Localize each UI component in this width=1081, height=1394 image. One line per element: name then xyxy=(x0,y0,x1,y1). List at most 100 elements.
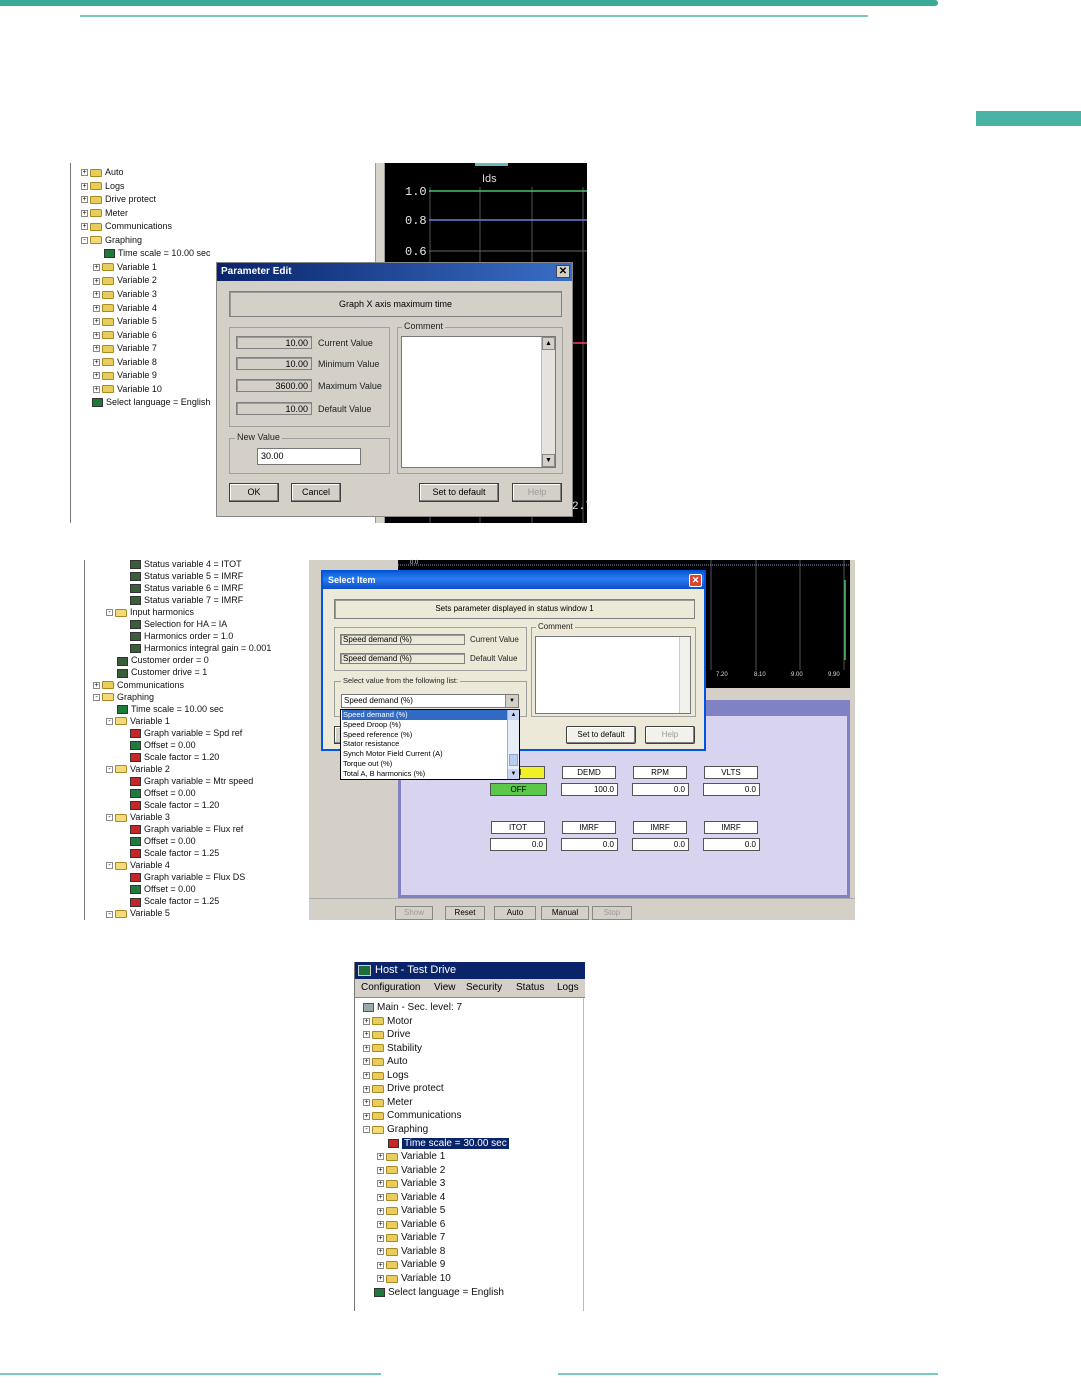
tree-item[interactable]: + Variable 6 xyxy=(93,329,157,342)
expand-icon[interactable]: + xyxy=(81,209,88,217)
tree-item[interactable]: Customer drive = 1 xyxy=(106,666,207,679)
tree-item[interactable]: + Variable 4 xyxy=(93,302,157,315)
set-to-default-button[interactable]: Set to default xyxy=(419,483,499,502)
expand-icon[interactable]: + xyxy=(81,182,88,190)
tree-item[interactable]: + Variable 6 xyxy=(377,1218,445,1232)
expand-icon[interactable]: + xyxy=(363,1017,370,1025)
auto-button[interactable]: Auto xyxy=(494,906,536,920)
scroll-up-icon[interactable]: ▲ xyxy=(508,710,519,720)
expand-icon[interactable]: + xyxy=(377,1207,384,1215)
tree-item[interactable]: Status variable 7 = IMRF xyxy=(119,594,243,607)
tree-item[interactable]: Main - Sec. level: 7 xyxy=(363,1001,462,1015)
collapse-icon[interactable]: - xyxy=(93,693,100,701)
tree-item[interactable]: Select language = English xyxy=(363,1286,504,1300)
help-button[interactable]: Help xyxy=(645,726,695,744)
help-button[interactable]: Help xyxy=(512,483,562,502)
tree-item[interactable]: Graph variable = Mtr speed xyxy=(119,775,253,788)
expand-icon[interactable]: + xyxy=(93,318,100,326)
tree-item[interactable]: + Logs xyxy=(363,1069,409,1083)
dropdown-option[interactable]: Stator resistance xyxy=(342,739,507,749)
expand-icon[interactable]: + xyxy=(81,169,88,177)
expand-icon[interactable]: + xyxy=(93,277,100,285)
collapse-icon[interactable]: - xyxy=(106,814,113,822)
tree-item[interactable]: + Variable 8 xyxy=(93,356,157,369)
tree-item[interactable]: + Variable 8 xyxy=(377,1245,445,1259)
comment-textarea[interactable] xyxy=(535,636,691,714)
stop-button[interactable]: Stop xyxy=(592,906,632,920)
menu-status[interactable]: Status xyxy=(516,982,544,993)
menu-security[interactable]: Security xyxy=(466,982,502,993)
expand-icon[interactable]: + xyxy=(363,1044,370,1052)
expand-icon[interactable]: + xyxy=(377,1180,384,1188)
tree-item[interactable]: Harmonics integral gain = 0.001 xyxy=(119,642,271,655)
collapse-icon[interactable]: - xyxy=(106,910,113,918)
tree-item[interactable]: - Variable 2 xyxy=(106,763,170,776)
tree-item[interactable]: - Variable 4 xyxy=(106,859,170,872)
expand-icon[interactable]: + xyxy=(93,358,100,366)
tree-item[interactable]: Status variable 5 = IMRF xyxy=(119,570,243,583)
expand-icon[interactable]: + xyxy=(363,1031,370,1039)
collapse-icon[interactable]: - xyxy=(363,1126,370,1134)
scroll-up-icon[interactable]: ▲ xyxy=(542,337,555,350)
close-icon[interactable]: ✕ xyxy=(689,574,702,587)
tree-item[interactable]: + Variable 1 xyxy=(377,1150,445,1164)
tree-item[interactable]: + Variable 3 xyxy=(93,288,157,301)
dropdown-option[interactable]: Total A, B harmonics (%) xyxy=(342,769,507,779)
collapse-icon[interactable]: - xyxy=(106,862,113,870)
scroll-thumb[interactable] xyxy=(509,754,518,766)
tree-item[interactable]: + Variable 2 xyxy=(377,1164,445,1178)
tree-item[interactable]: Customer order = 0 xyxy=(106,654,209,667)
expand-icon[interactable]: + xyxy=(363,1072,370,1080)
expand-icon[interactable]: + xyxy=(377,1261,384,1269)
comment-scrollbar[interactable] xyxy=(679,637,690,713)
expand-icon[interactable]: + xyxy=(377,1234,384,1242)
tree-item[interactable]: + Variable 2 xyxy=(93,274,157,287)
dropdown-scrollbar[interactable]: ▲ ▼ xyxy=(507,710,519,779)
tree-item[interactable]: + Variable 1 xyxy=(93,261,157,274)
tree-item[interactable]: Graph variable = Flux ref xyxy=(119,823,243,836)
tree-item[interactable]: Graph variable = Spd ref xyxy=(119,727,242,740)
tree-item[interactable]: + Variable 5 xyxy=(93,315,157,328)
expand-icon[interactable]: + xyxy=(93,345,100,353)
tree-item[interactable]: + Auto xyxy=(81,166,124,179)
collapse-icon[interactable]: - xyxy=(106,717,113,725)
parameter-tree-2[interactable]: Status variable 4 = ITOT Status variable … xyxy=(84,560,309,920)
expand-icon[interactable]: + xyxy=(93,372,100,380)
scroll-down-icon[interactable]: ▼ xyxy=(508,769,519,779)
tree-item[interactable]: + Meter xyxy=(363,1096,413,1110)
tree-item[interactable]: Offset = 0.00 xyxy=(119,787,196,800)
expand-icon[interactable]: + xyxy=(93,291,100,299)
tree-item[interactable]: Time scale = 10.00 sec xyxy=(93,247,210,260)
tree-item[interactable]: Scale factor = 1.20 xyxy=(119,751,219,764)
tree-item[interactable]: Scale factor = 1.20 xyxy=(119,799,219,812)
tree-item[interactable]: + Stability xyxy=(363,1042,422,1056)
tree-item[interactable]: - Graphing xyxy=(363,1123,428,1137)
tree-item[interactable]: Offset = 0.00 xyxy=(119,739,196,752)
set-to-default-button[interactable]: Set to default xyxy=(566,726,636,744)
expand-icon[interactable]: + xyxy=(93,331,100,339)
reset-button[interactable]: Reset xyxy=(445,906,485,920)
show-button[interactable]: Show xyxy=(395,906,433,920)
menu-logs[interactable]: Logs xyxy=(557,982,579,993)
tree-item[interactable]: + Variable 4 xyxy=(377,1191,445,1205)
menu-view[interactable]: View xyxy=(434,982,456,993)
tree-item[interactable]: - Input harmonics xyxy=(106,606,194,619)
collapse-icon[interactable]: - xyxy=(81,236,88,244)
tree-item[interactable]: + Variable 3 xyxy=(377,1177,445,1191)
tree-item[interactable]: + Communications xyxy=(363,1109,461,1123)
expand-icon[interactable]: + xyxy=(81,196,88,204)
parameter-tree-3[interactable]: Main - Sec. level: 7 + Motor + Drive + Stabili… xyxy=(355,1000,583,1310)
comment-scrollbar[interactable]: ▲ ▼ xyxy=(541,337,555,467)
close-icon[interactable]: ✕ xyxy=(556,265,570,278)
expand-icon[interactable]: + xyxy=(377,1221,384,1229)
tree-item[interactable]: Offset = 0.00 xyxy=(119,883,196,896)
expand-icon[interactable]: + xyxy=(377,1248,384,1256)
tree-item[interactable]: Scale factor = 1.25 xyxy=(119,847,219,860)
expand-icon[interactable]: + xyxy=(363,1112,370,1120)
expand-icon[interactable]: + xyxy=(93,681,100,689)
tree-item[interactable]: Time scale = 10.00 sec xyxy=(106,703,223,716)
ok-button[interactable]: OK xyxy=(229,483,279,502)
tree-item[interactable]: Graph variable = Flux DS xyxy=(119,871,245,884)
tree-item[interactable]: Select language = English xyxy=(81,396,210,409)
tree-item[interactable]: + Communications xyxy=(81,220,172,233)
